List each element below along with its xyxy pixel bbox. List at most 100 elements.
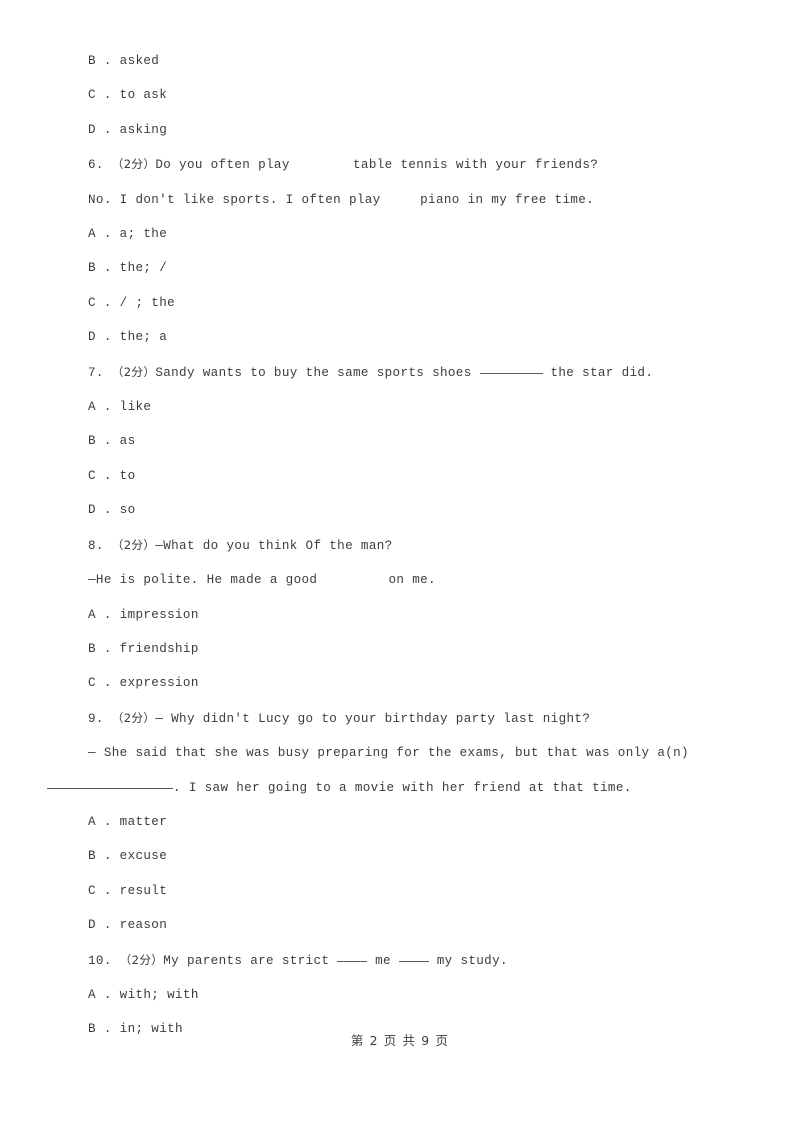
answer-blank-gap[interactable]	[381, 183, 421, 217]
question-stem-text-mid: me	[367, 953, 399, 968]
option-text: as	[119, 434, 136, 449]
question-8-stem: 8. （2分）—What do you think Of the man?	[88, 528, 752, 563]
question-stem-text-after: my study.	[428, 953, 508, 968]
question-number: 9.	[88, 711, 104, 726]
question-stem-text-after: table tennis with your friends?	[353, 158, 599, 173]
answer-blank-rule[interactable]	[337, 950, 368, 962]
question-stem-text-after: . I saw her going to a movie with her fr…	[173, 780, 632, 795]
question-9-stem: 9. （2分）— Why didn't Lucy go to your birt…	[88, 701, 752, 736]
answer-blank-gap[interactable]	[317, 563, 388, 597]
option-text: asked	[119, 54, 160, 68]
option-label: C .	[88, 676, 112, 691]
option-text: the; /	[119, 261, 168, 276]
page-footer: 第 2 页 共 9 页	[350, 1033, 450, 1048]
question-stem-text-after: the star did.	[542, 365, 654, 380]
option-label: A .	[88, 814, 112, 829]
question-6-stem-line2: No. I don't like sports. I often play pi…	[88, 183, 752, 217]
option-label: B .	[88, 641, 112, 656]
option-label: B .	[88, 849, 112, 864]
answer-blank-gap[interactable]	[290, 148, 353, 182]
option-label: A .	[88, 227, 112, 242]
option-row: B . asked	[88, 44, 752, 78]
option-text: matter	[119, 814, 168, 829]
option-text: excuse	[119, 849, 168, 864]
option-row: A . like	[88, 390, 752, 424]
option-text: so	[119, 503, 136, 518]
option-label: B .	[88, 54, 112, 68]
question-stem-text-after: piano in my free time.	[420, 192, 595, 207]
option-row: A . a; the	[88, 217, 752, 251]
option-label: C .	[88, 883, 112, 898]
question-10-stem: 10. （2分）My parents are strict me my stud…	[88, 943, 752, 978]
question-6-stem: 6. （2分）Do you often play table tennis wi…	[88, 147, 752, 182]
question-number: 7.	[88, 365, 104, 380]
option-row: D . asking	[88, 113, 752, 147]
option-text: a; the	[119, 227, 168, 242]
option-text: like	[119, 400, 152, 415]
option-row: A . matter	[88, 805, 752, 839]
option-text: with; with	[119, 987, 199, 1002]
document-page: B . asked C . to ask D . asking 6. （2分）D…	[0, 0, 800, 1132]
answer-blank-rule[interactable]	[47, 777, 173, 789]
question-stem-text: Sandy wants to buy the same sports shoes	[155, 365, 480, 380]
option-row: A . impression	[88, 598, 752, 632]
option-row: C . / ; the	[88, 286, 752, 320]
question-8-stem-line2: —He is polite. He made a good on me.	[88, 563, 752, 597]
option-text: to ask	[119, 88, 168, 103]
option-label: B .	[88, 434, 112, 449]
option-text: reason	[119, 918, 168, 933]
question-stem-text: — Why didn't Lucy go to your birthday pa…	[155, 711, 591, 726]
question-stem-text: My parents are strict	[163, 953, 338, 968]
question-stem-text: —What do you think Of the man?	[155, 538, 393, 553]
option-row: D . reason	[88, 908, 752, 942]
option-label: C .	[88, 88, 112, 103]
question-mark: （2分）	[111, 157, 156, 172]
question-9-body: — She said that she was busy preparing f…	[47, 736, 752, 805]
option-text: the; a	[119, 330, 168, 345]
page-content: B . asked C . to ask D . asking 6. （2分）D…	[47, 44, 752, 1047]
option-row: C . expression	[88, 666, 752, 700]
option-text: impression	[119, 607, 199, 622]
question-stem-text-after: on me.	[388, 573, 436, 588]
option-text: / ; the	[119, 295, 176, 310]
option-row: B . excuse	[88, 839, 752, 873]
option-row: D . the; a	[88, 320, 752, 354]
option-text: asking	[119, 122, 168, 137]
question-number: 10.	[88, 953, 112, 968]
option-text: expression	[119, 676, 199, 691]
option-label: D .	[88, 330, 112, 345]
answer-blank-rule[interactable]	[398, 950, 429, 962]
option-label: C .	[88, 468, 112, 483]
question-mark: （2分）	[111, 537, 156, 552]
question-number: 8.	[88, 538, 104, 553]
question-9-stem-line2: . I saw her going to a movie with her fr…	[47, 771, 752, 805]
option-row: C . result	[88, 874, 752, 908]
option-label: A .	[88, 987, 112, 1002]
option-row: B . as	[88, 424, 752, 458]
option-text: friendship	[119, 641, 199, 656]
option-label: B .	[88, 261, 112, 276]
option-label: D .	[88, 122, 112, 137]
option-row: D . so	[88, 493, 752, 527]
question-stem-text: —He is polite. He made a good	[88, 573, 318, 588]
option-row: C . to	[88, 459, 752, 493]
answer-blank-rule[interactable]	[479, 362, 543, 374]
option-row: C . to ask	[88, 78, 752, 112]
option-text: to	[119, 468, 136, 483]
question-mark: （2分）	[119, 952, 164, 967]
option-row: B . the; /	[88, 251, 752, 285]
option-label: A .	[88, 607, 112, 622]
option-label: C .	[88, 295, 112, 310]
question-mark: （2分）	[111, 364, 156, 379]
question-stem-text: — She said that she was busy preparing f…	[88, 746, 689, 761]
question-stem-text: Do you often play	[155, 158, 290, 173]
question-number: 6.	[88, 158, 104, 173]
question-9-justified-line: — She said that she was busy preparing f…	[88, 736, 752, 770]
option-label: D .	[88, 503, 112, 518]
question-7-stem: 7. （2分）Sandy wants to buy the same sport…	[88, 355, 752, 390]
question-stem-text: No. I don't like sports. I often play	[88, 192, 381, 207]
option-row: B . friendship	[88, 632, 752, 666]
option-label: A .	[88, 400, 112, 415]
option-label: D .	[88, 918, 112, 933]
option-row: A . with; with	[88, 978, 752, 1012]
